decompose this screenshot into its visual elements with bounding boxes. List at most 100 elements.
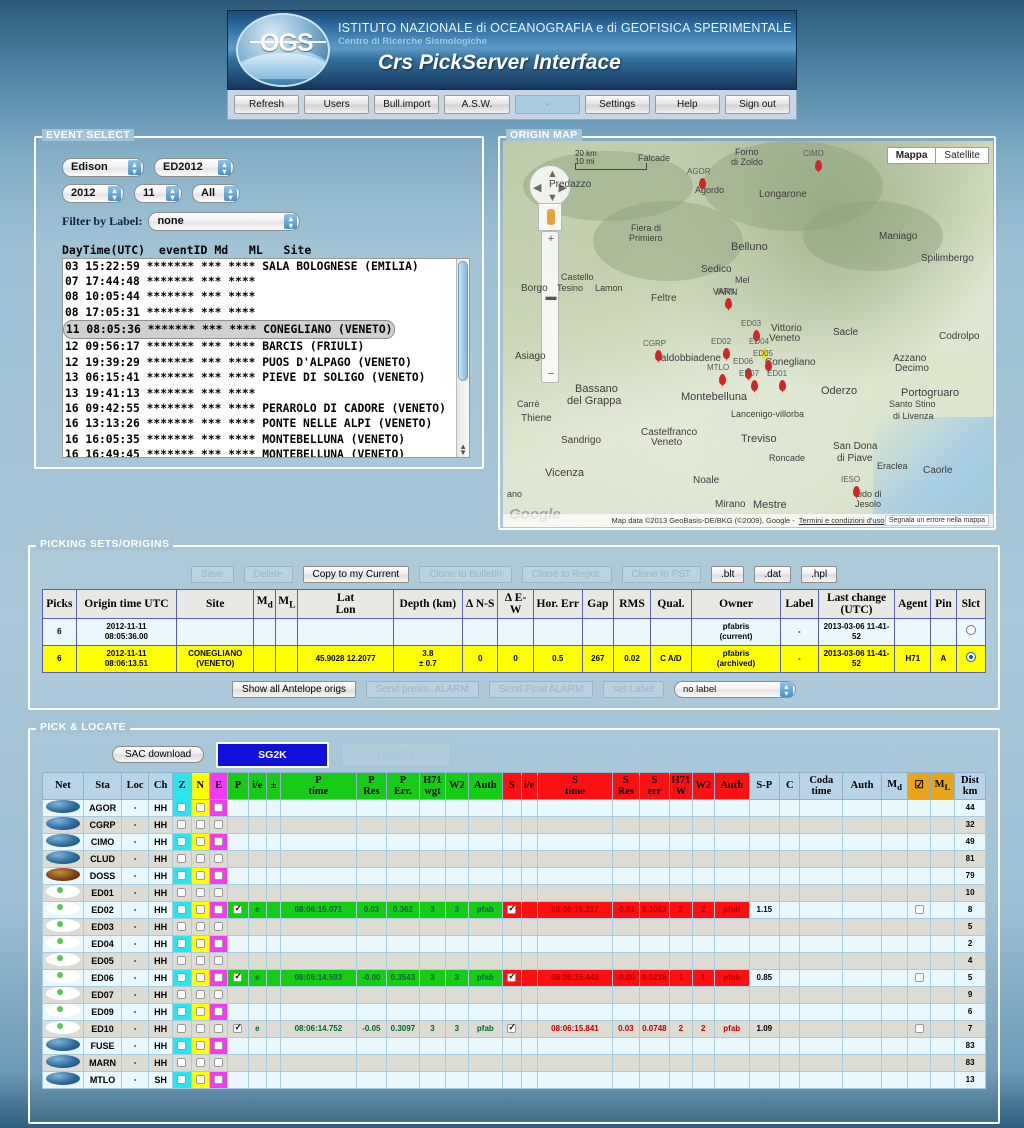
p-ie-cell[interactable] [247,1002,267,1021]
p-h71wgt-cell[interactable] [418,1036,447,1055]
map-station-pin-icon[interactable] [699,178,706,189]
s-err-cell[interactable] [638,832,671,851]
p-sign-cell[interactable] [265,1002,282,1021]
p-ie-cell[interactable]: e [247,900,267,919]
s-res-cell[interactable]: -0.01 [612,900,640,919]
component-checkbox-e[interactable] [208,934,229,953]
component-checkbox-z[interactable] [172,832,192,851]
s-ie-cell[interactable] [520,1053,538,1072]
p-res-cell[interactable] [355,985,388,1004]
s-time-cell[interactable] [536,1002,614,1021]
p-ie-cell[interactable] [247,883,267,902]
component-checkbox-n[interactable] [190,1070,210,1089]
event-list-item[interactable]: 03 15:22:59 ******* *** **** SALA BOLOGN… [63,259,469,274]
s-res-cell[interactable] [612,883,640,902]
p-ie-cell[interactable] [247,1036,267,1055]
p-time-cell[interactable]: 08:06:14.752 [280,1019,357,1038]
p-err-cell[interactable] [386,934,420,953]
p-h71wgt-cell[interactable] [418,951,447,970]
p-h71wgt-cell[interactable] [418,832,447,851]
p-time-cell[interactable] [280,917,357,936]
s-ie-cell[interactable] [520,1019,538,1038]
p-time-cell[interactable] [280,934,357,953]
p-auth-cell[interactable]: pfab [467,900,504,919]
p-sign-cell[interactable] [265,900,282,919]
p-res-cell[interactable]: -0.05 [355,1019,388,1038]
p-auth-cell[interactable] [467,866,504,885]
table-row[interactable]: CIMO - HH 49 [42,832,986,851]
s-time-cell[interactable] [536,1070,614,1089]
component-checkbox-z[interactable] [172,968,192,987]
network-select[interactable]: Edison ▴ ▾ [62,157,144,177]
s-ie-cell[interactable] [520,1002,538,1021]
map-station-pin-icon[interactable] [853,486,860,497]
md-cell[interactable] [880,968,909,987]
p-time-cell[interactable] [280,866,357,885]
ml-value-cell[interactable] [929,866,956,885]
s-w2-cell[interactable]: 2 [691,900,715,919]
coda-c-cell[interactable] [779,883,801,902]
table-row[interactable]: ED05-HH 4 [42,949,986,970]
p-err-cell[interactable] [386,917,420,936]
p-w2-cell[interactable] [445,951,469,970]
p-res-cell[interactable] [355,1070,388,1089]
s-err-cell[interactable]: 0.1053 [638,900,671,919]
p-pick-checkbox[interactable] [227,1070,249,1089]
s-time-cell[interactable] [536,883,614,902]
p-pick-checkbox[interactable] [227,849,249,868]
p-time-cell[interactable] [280,1053,357,1072]
component-checkbox-e[interactable] [208,1036,229,1055]
p-pick-checkbox[interactable] [227,1053,249,1072]
s-time-cell[interactable] [536,849,614,868]
s-pick-checkbox[interactable] [502,1019,522,1038]
coda-auth-cell[interactable] [842,1070,882,1089]
p-err-cell[interactable] [386,815,420,834]
p-time-cell[interactable] [280,832,357,851]
s-time-cell[interactable] [536,917,614,936]
s-auth-cell[interactable] [713,985,750,1004]
p-auth-cell[interactable] [467,1036,504,1055]
p-sign-cell[interactable] [265,883,282,902]
p-pick-checkbox[interactable] [227,815,249,834]
coda-auth-cell[interactable] [842,883,882,902]
p-h71wgt-cell[interactable] [418,1070,447,1089]
p-time-cell[interactable] [280,1002,357,1021]
component-checkbox-z[interactable] [172,1070,192,1089]
s-w2-cell[interactable] [691,951,715,970]
ml-checkbox[interactable] [907,1070,931,1089]
component-checkbox-e[interactable] [208,883,229,902]
s-res-cell[interactable] [612,1070,640,1089]
component-checkbox-n[interactable] [190,968,210,987]
component-checkbox-n[interactable] [190,934,210,953]
p-ie-cell[interactable] [247,832,267,851]
map-station-pin-icon[interactable] [725,298,732,309]
sg2k-button[interactable]: SG2K [216,741,329,768]
show-antelope-button[interactable]: Show all Antelope origs [232,680,357,698]
component-checkbox-z[interactable] [172,815,192,834]
p-res-cell[interactable] [355,1002,388,1021]
p-h71wgt-cell[interactable] [418,883,447,902]
s-h71w-cell[interactable] [669,934,693,953]
sac-download-button[interactable]: SAC download [112,746,205,764]
p-res-cell[interactable] [355,849,388,868]
component-checkbox-n[interactable] [190,866,210,885]
coda-c-cell[interactable] [779,849,801,868]
nav-bull-import[interactable]: Bull.import [374,95,440,114]
component-checkbox-z[interactable] [172,849,192,868]
s-w2-cell[interactable] [691,866,715,885]
coda-time-cell[interactable] [799,883,844,902]
p-pick-checkbox[interactable] [227,798,249,817]
p-w2-cell[interactable] [445,1053,469,1072]
s-auth-cell[interactable] [713,951,750,970]
coda-c-cell[interactable] [779,951,801,970]
p-pick-checkbox[interactable] [227,917,249,936]
s-ie-cell[interactable] [520,798,538,817]
s-w2-cell[interactable] [691,798,715,817]
s-auth-cell[interactable] [713,849,750,868]
coda-time-cell[interactable] [799,1053,844,1072]
p-res-cell[interactable] [355,798,388,817]
s-err-cell[interactable]: 0.0748 [638,1019,671,1038]
p-pick-checkbox[interactable] [227,1019,249,1038]
component-checkbox-e[interactable] [208,917,229,936]
s-pick-checkbox[interactable] [502,934,522,953]
